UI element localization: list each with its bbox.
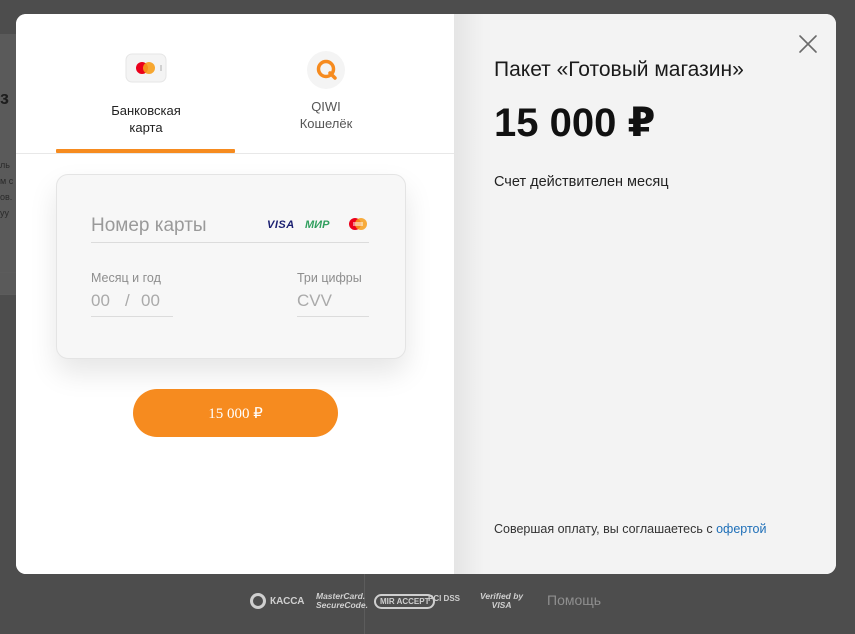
cvv-label: Три цифры: [297, 271, 362, 285]
background-text-fragment: ов.: [0, 192, 13, 202]
background-text-fragment: уу: [0, 208, 9, 218]
verified-by-visa-logo: Verified by VISA: [480, 592, 523, 610]
terms-text: Совершая оплату, вы соглашаетесь с оферт…: [494, 522, 766, 536]
offer-link[interactable]: офертой: [716, 522, 766, 536]
mastercard-logo-icon: [347, 216, 369, 232]
pane-shadow: [454, 14, 484, 574]
tab-qiwi-wallet[interactable]: QIWI Кошелёк: [236, 14, 416, 154]
tab-bank-card-label: Банковская карта: [111, 103, 181, 135]
help-link[interactable]: Помощь: [547, 592, 601, 608]
kassa-q-icon: [250, 593, 266, 609]
expiry-field[interactable]: 00 / 00: [91, 289, 173, 317]
payment-method-pane: Банковская карта QIWI Кошелёк Номер карт…: [16, 14, 454, 574]
mir-accept-logo: MIR ACCEPT: [374, 594, 436, 609]
qiwi-icon: [306, 50, 346, 90]
mastercard-securecode-logo: MasterCard. SecureCode.: [316, 592, 368, 610]
background-divider: [0, 294, 16, 295]
expiry-separator: /: [125, 291, 130, 310]
product-title: Пакет «Готовый магазин»: [494, 58, 744, 81]
background-divider: [0, 272, 16, 273]
background-heading-fragment: з: [0, 88, 9, 108]
tab-qiwi-wallet-label: QIWI Кошелёк: [299, 99, 353, 131]
card-form: Номер карты VISA МИР Месяц и год 00 / 00…: [56, 174, 406, 359]
terms-prefix: Совершая оплату, вы соглашаетесь с: [494, 522, 717, 536]
kassa-label: КАССА: [270, 595, 305, 607]
mastercard-icon: [124, 50, 168, 90]
payment-method-tabs: Банковская карта QIWI Кошелёк: [16, 14, 454, 154]
footer: КАССА MasterCard. SecureCode. MIR ACCEPT…: [0, 574, 855, 634]
card-number-field[interactable]: Номер карты VISA МИР: [91, 213, 369, 243]
pci-dss-logo: PCI DSS: [428, 594, 461, 603]
kassa-logo: КАССА: [250, 593, 305, 609]
tab-bank-card[interactable]: Банковская карта: [56, 14, 236, 154]
order-summary-pane: Пакет «Готовый магазин» 15 000 ₽ Счет де…: [454, 14, 836, 574]
background-text-fragment: м с: [0, 176, 14, 186]
payment-modal: Банковская карта QIWI Кошелёк Номер карт…: [16, 14, 836, 574]
product-price: 15 000 ₽: [494, 101, 656, 145]
cvv-placeholder: CVV: [297, 291, 332, 310]
active-tab-indicator: [56, 149, 235, 153]
close-icon[interactable]: [798, 34, 818, 54]
pay-button[interactable]: 15 000 ₽: [133, 389, 338, 437]
mastercard-securecode-line2: SecureCode.: [316, 600, 368, 610]
mir-logo: МИР: [305, 219, 330, 231]
expiry-label: Месяц и год: [91, 271, 161, 285]
verified-by-visa-line2: VISA: [491, 600, 512, 610]
background-text-fragment: ль: [0, 160, 10, 170]
cvv-field[interactable]: CVV: [297, 289, 369, 317]
visa-logo: VISA: [267, 219, 295, 231]
expiry-year-placeholder: 00: [141, 291, 160, 310]
invoice-validity-note: Счет действителен месяц: [494, 174, 669, 190]
expiry-month-placeholder: 00: [91, 291, 110, 310]
card-number-placeholder: Номер карты: [91, 215, 207, 236]
